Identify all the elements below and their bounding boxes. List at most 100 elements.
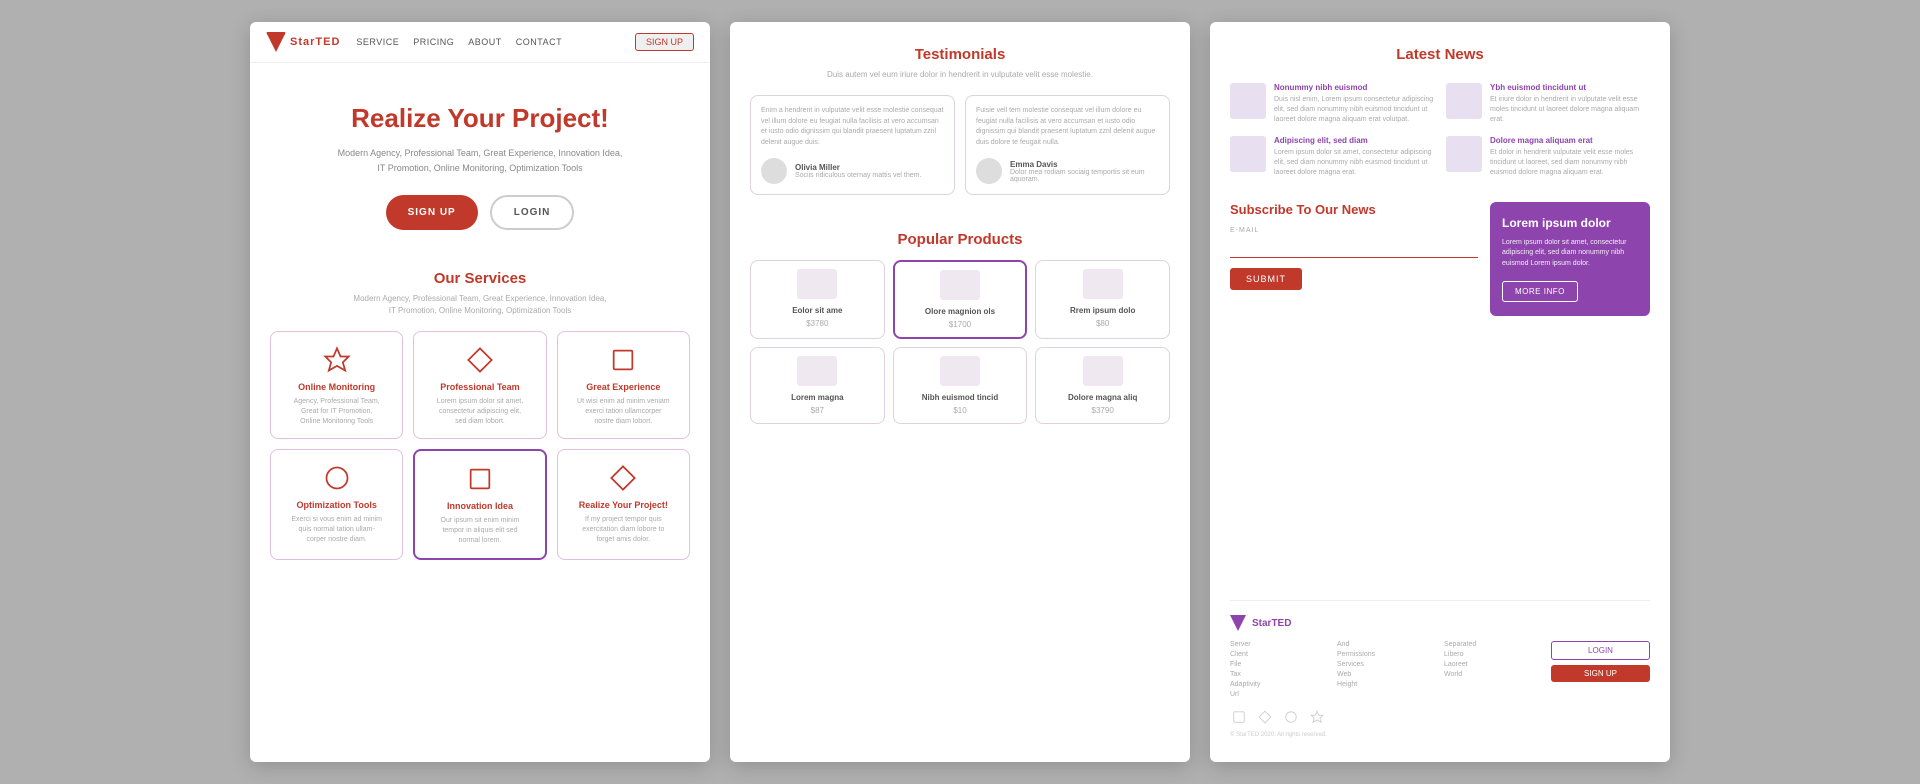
- product-2: Rrem ipsum dolo $80: [1035, 260, 1170, 339]
- product-thumb-1: [940, 270, 980, 300]
- footer-links: Server Client File Tax Adaptivity Url An…: [1230, 641, 1650, 698]
- testimonial-text-0: Enim a hendrerit in vulputate velit esse…: [761, 106, 944, 148]
- promo-more-info-button[interactable]: MORE INFO: [1502, 281, 1578, 302]
- product-name-2: Rrem ipsum dolo: [1070, 306, 1135, 315]
- footer-link-file[interactable]: File: [1230, 661, 1329, 668]
- product-name-0: Eolor sit ame: [792, 306, 842, 315]
- news-text-1: Et iriure dolor in hendrerit in vulputat…: [1490, 95, 1650, 124]
- diamond-icon-2: [607, 462, 639, 494]
- diamond-social-icon[interactable]: [1256, 708, 1274, 726]
- service-name-1: Professional Team: [422, 382, 537, 392]
- footer-copyright: © StarTED 2020. All rights reserved.: [1230, 732, 1650, 738]
- service-desc-0: Agency, Professional Team,Great for IT P…: [279, 397, 394, 426]
- services-section: Our Services Modern Agency, Professional…: [250, 250, 710, 570]
- product-4: Nibh euismod tincid $10: [893, 347, 1028, 424]
- footer-link-url[interactable]: Url: [1230, 691, 1329, 698]
- nav-contact[interactable]: CONTACT: [516, 37, 562, 47]
- newsletter-section: Subscribe To Our News E-MAIL SUBMIT Lore…: [1230, 202, 1650, 317]
- newsletter-submit-button[interactable]: SUBMIT: [1230, 268, 1302, 290]
- hero-title: Realize Your Project!: [280, 103, 680, 134]
- footer-login-button[interactable]: LOGIN: [1551, 641, 1650, 660]
- square-social-icon[interactable]: [1230, 708, 1248, 726]
- service-desc-2: Ut wisi enim ad minim veniamexerci tatio…: [566, 397, 681, 426]
- testimonial-author-1: Emma Davis Dolor mea rodiam sociaig temp…: [976, 158, 1159, 184]
- footer-col-2: Separated Libero Laoreet World: [1444, 641, 1543, 698]
- circle-social-icon[interactable]: [1282, 708, 1300, 726]
- footer-link-and[interactable]: And: [1337, 641, 1436, 648]
- footer-link-separated[interactable]: Separated: [1444, 641, 1543, 648]
- news-title-0: Nonummy nibh euismod: [1274, 83, 1434, 92]
- author-name-1: Emma Davis: [1010, 160, 1159, 169]
- nav-about[interactable]: ABOUT: [468, 37, 502, 47]
- news-text-2: Lorem ipsum dolor sit amet, consectetur …: [1274, 148, 1434, 177]
- footer-signup-button[interactable]: SIGN UP: [1551, 665, 1650, 682]
- star-icon: [321, 344, 353, 376]
- news-item-3: Dolore magna aliquam erat Et dolor in he…: [1446, 136, 1650, 177]
- footer-link-web[interactable]: Web: [1337, 671, 1436, 678]
- footer-col-1: And Permissions Services Web Height: [1337, 641, 1436, 698]
- footer-link-world[interactable]: World: [1444, 671, 1543, 678]
- footer-social-icons: [1230, 708, 1650, 726]
- avatar-1: [976, 158, 1002, 184]
- panel-landing: StarTED SERVICE PRICING ABOUT CONTACT SI…: [250, 22, 710, 762]
- footer-link-permissions[interactable]: Permissions: [1337, 651, 1436, 658]
- footer-logo-area: StarTED: [1230, 615, 1650, 631]
- author-info-0: Olivia Miller Sociis ridiculous oternay …: [795, 163, 921, 179]
- footer-action-buttons: LOGIN SIGN UP: [1551, 641, 1650, 682]
- diamond-icon: [464, 344, 496, 376]
- promo-text: Lorem ipsum dolor sit amet, consectetur …: [1502, 238, 1638, 270]
- footer-link-client[interactable]: Client: [1230, 651, 1329, 658]
- hero-buttons: SIGN UP LOGIN: [280, 195, 680, 230]
- service-name-3: Optimization Tools: [279, 500, 394, 510]
- footer-col-3: LOGIN SIGN UP: [1551, 641, 1650, 698]
- panel-news: Latest News Nonummy nibh euismod Duis ni…: [1210, 22, 1670, 762]
- author-info-1: Emma Davis Dolor mea rodiam sociaig temp…: [1010, 160, 1159, 183]
- author-role-1: Dolor mea rodiam sociaig temportis sit e…: [1010, 169, 1159, 183]
- product-name-4: Nibh euismod tincid: [922, 393, 998, 402]
- logo-icon: [266, 32, 286, 52]
- nav-signup-button[interactable]: SIGN UP: [635, 33, 694, 51]
- star-social-icon[interactable]: [1308, 708, 1326, 726]
- product-thumb-0: [797, 269, 837, 299]
- product-1: Olore magnion ols $1700: [893, 260, 1028, 339]
- nav-pricing[interactable]: PRICING: [413, 37, 454, 47]
- product-thumb-4: [940, 356, 980, 386]
- service-realize-project: Realize Your Project! If my project temp…: [557, 449, 690, 559]
- testimonials-subtitle: Duis autem vel eum iriure dolor in hendr…: [750, 69, 1170, 81]
- service-desc-3: Exerci si vous enim ad minimquis normal …: [279, 515, 394, 544]
- product-price-2: $80: [1096, 319, 1109, 328]
- footer-link-height[interactable]: Height: [1337, 681, 1436, 688]
- service-innovation-idea: Innovation Idea Our ipsum sit enim minim…: [413, 449, 546, 559]
- hero-signup-button[interactable]: SIGN UP: [386, 195, 478, 230]
- hero-section: Realize Your Project! Modern Agency, Pro…: [250, 63, 710, 250]
- testimonial-author-0: Olivia Miller Sociis ridiculous oternay …: [761, 158, 944, 184]
- product-5: Dolore magna aliq $3790: [1035, 347, 1170, 424]
- product-price-1: $1700: [949, 320, 971, 329]
- news-thumb-0: [1230, 83, 1266, 119]
- nav-service[interactable]: SERVICE: [356, 37, 399, 47]
- service-name-4: Innovation Idea: [423, 501, 536, 511]
- footer-link-tax[interactable]: Tax: [1230, 671, 1329, 678]
- navbar: StarTED SERVICE PRICING ABOUT CONTACT SI…: [250, 22, 710, 63]
- product-3: Lorem magna $87: [750, 347, 885, 424]
- news-content-0: Nonummy nibh euismod Duis nisl enim, Lor…: [1274, 83, 1434, 124]
- newsletter-email-input[interactable]: [1230, 239, 1478, 258]
- service-name-5: Realize Your Project!: [566, 500, 681, 510]
- footer-link-libero[interactable]: Libero: [1444, 651, 1543, 658]
- footer-link-adaptivity[interactable]: Adaptivity: [1230, 681, 1329, 688]
- hero-login-button[interactable]: LOGIN: [490, 195, 575, 230]
- news-item-2: Adipiscing elit, sed diam Lorem ipsum do…: [1230, 136, 1434, 177]
- news-item-0: Nonummy nibh euismod Duis nisl enim, Lor…: [1230, 83, 1434, 124]
- footer-link-server[interactable]: Server: [1230, 641, 1329, 648]
- footer-bottom: StarTED Server Client File Tax Adaptivit…: [1230, 615, 1650, 738]
- footer-link-services[interactable]: Services: [1337, 661, 1436, 668]
- service-desc-4: Our ipsum sit enim minimtempor in aliqui…: [423, 516, 536, 545]
- service-optimization-tools: Optimization Tools Exerci si vous enim a…: [270, 449, 403, 559]
- services-grid: Online Monitoring Agency, Professional T…: [270, 331, 690, 560]
- newsletter-title: Subscribe To Our News: [1230, 202, 1478, 217]
- news-text-0: Duis nisl enim, Lorem ipsum consectetur …: [1274, 95, 1434, 124]
- testimonials-section: Testimonials Duis autem vel eum iriure d…: [750, 46, 1170, 211]
- footer-logo-icon: [1230, 615, 1246, 631]
- footer-link-laoreet[interactable]: Laoreet: [1444, 661, 1543, 668]
- product-thumb-2: [1083, 269, 1123, 299]
